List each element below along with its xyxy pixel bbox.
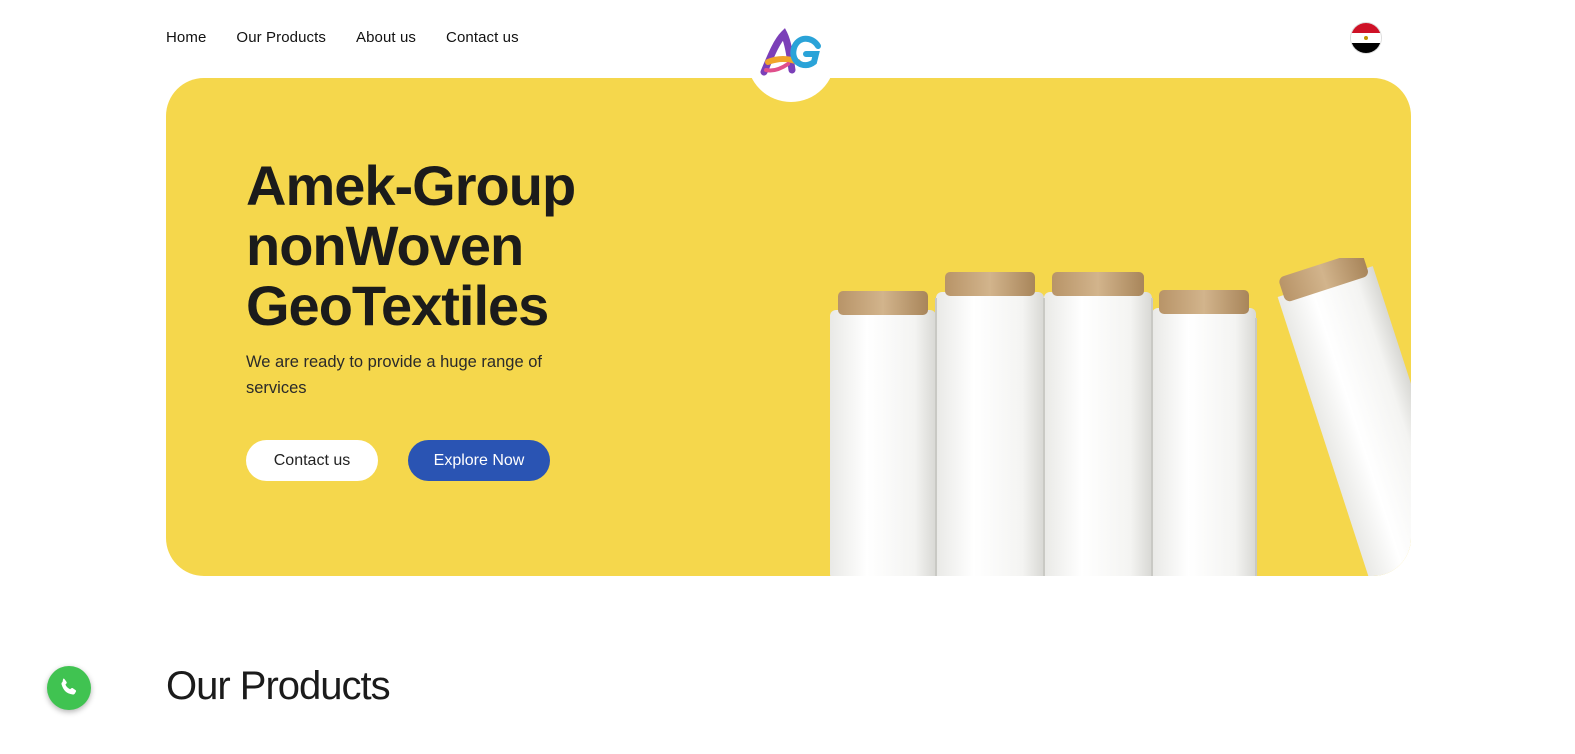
fabric-rolls-image bbox=[830, 258, 1411, 576]
products-section-title: Our Products bbox=[166, 664, 391, 708]
hero-title-line: Amek-Group bbox=[246, 154, 576, 217]
egypt-flag-icon bbox=[1351, 23, 1381, 33]
hero-subtitle: We are ready to provide a huge range of … bbox=[246, 353, 542, 397]
whatsapp-icon bbox=[61, 678, 77, 695]
contact-us-button[interactable]: Contact us bbox=[246, 440, 378, 481]
hero-title: Amek-Group nonWoven GeoTextiles bbox=[246, 156, 666, 336]
ag-logo-icon bbox=[760, 28, 821, 76]
whatsapp-button[interactable] bbox=[47, 666, 91, 710]
hero-banner: Amek-Group nonWoven GeoTextiles We are r… bbox=[166, 78, 1411, 576]
nav-contact-link[interactable]: Contact us bbox=[446, 29, 519, 46]
main-nav: Home Our Products About us Contact us bbox=[166, 29, 519, 46]
nav-about-link[interactable]: About us bbox=[356, 29, 416, 46]
nav-home-link[interactable]: Home bbox=[166, 29, 206, 46]
hero-title-line: nonWoven bbox=[246, 214, 524, 277]
nav-products-link[interactable]: Our Products bbox=[236, 29, 326, 46]
language-switcher[interactable] bbox=[1351, 23, 1381, 53]
hero-title-line: GeoTextiles bbox=[246, 274, 549, 337]
explore-now-button[interactable]: Explore Now bbox=[408, 440, 550, 481]
